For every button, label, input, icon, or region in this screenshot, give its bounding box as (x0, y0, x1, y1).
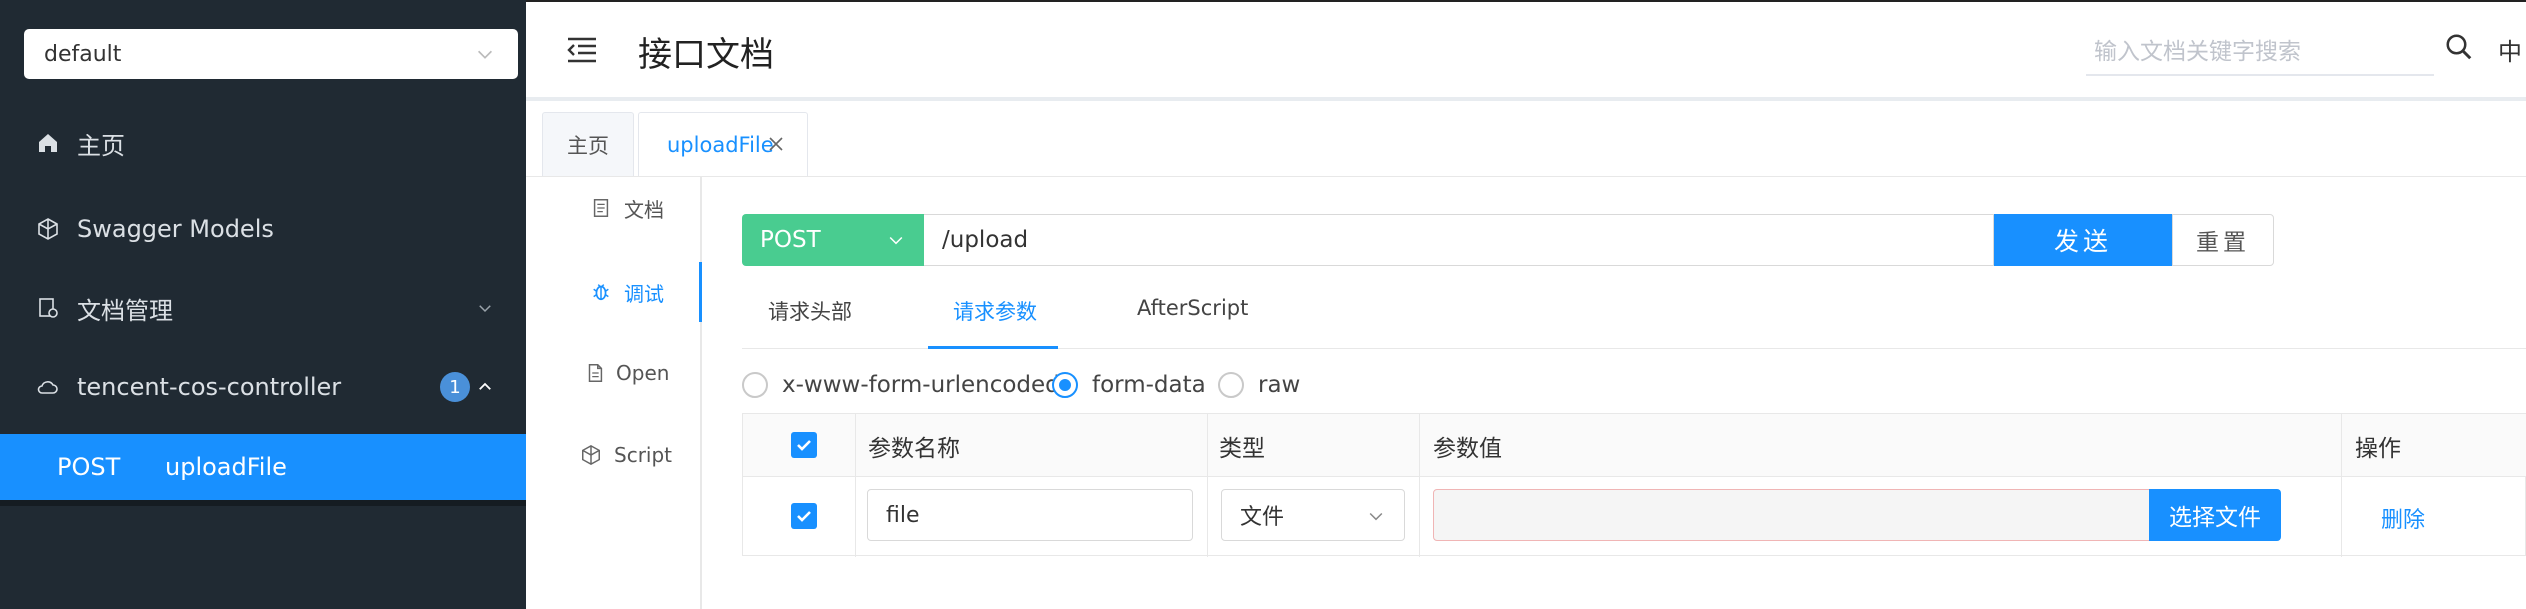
chevron-down-icon (889, 236, 903, 245)
param-type-value: 文件 (1240, 505, 1285, 530)
vtab-document[interactable]: 文档 (526, 178, 700, 238)
method-select[interactable]: POST (742, 214, 924, 266)
reset-button[interactable]: 重置 (2172, 214, 2274, 266)
method-select-value: POST (760, 227, 821, 253)
search-icon[interactable] (2444, 32, 2474, 62)
sidebar-item-label: uploadFile (165, 453, 287, 481)
table-column-divider (1419, 414, 1420, 557)
sidebar-item-label: 文档管理 (77, 296, 173, 325)
select-all-checkbox[interactable] (791, 432, 817, 458)
menu-fold-icon[interactable] (566, 36, 598, 64)
table-column-divider (1207, 414, 1208, 557)
sidebar: default 主页 Swagger Models 文档管理 tencent-c… (0, 0, 526, 609)
param-name-value: file (886, 502, 920, 528)
params-table: 参数名称 类型 参数值 操作 file 文件 选择文件 删除 (742, 413, 2526, 557)
home-icon (39, 134, 57, 152)
sidebar-item-label: 主页 (77, 131, 125, 160)
count-badge: 1 (440, 372, 470, 402)
column-header-type: 类型 (1219, 435, 1265, 462)
header-divider (526, 97, 2526, 101)
chevron-up-icon (479, 382, 491, 390)
param-name-input[interactable]: file (867, 489, 1193, 541)
param-type-select[interactable]: 文件 (1221, 489, 1405, 541)
tab-request-headers[interactable]: 请求头部 (768, 296, 852, 338)
tab-request-params[interactable]: 请求参数 (953, 296, 1037, 338)
document-icon (593, 199, 609, 217)
table-column-divider (2341, 414, 2342, 557)
radio-label: x-www-form-urlencoded (782, 372, 1060, 398)
radio-circle (742, 372, 768, 398)
vtab-debug[interactable]: 调试 (526, 262, 700, 322)
vtab-label: Script (614, 443, 673, 467)
sidebar-item-tencent-cos-controller[interactable]: tencent-cos-controller 1 (0, 354, 526, 420)
sidebar-divider (0, 500, 526, 506)
sidebar-item-docs-manage[interactable]: 文档管理 (0, 275, 526, 341)
file-icon (588, 364, 603, 382)
send-button[interactable]: 发送 (1994, 214, 2172, 266)
radio-label: raw (1258, 372, 1301, 398)
delete-link[interactable]: 删除 (2381, 502, 2425, 534)
param-tab-active-indicator (928, 346, 1058, 349)
close-icon[interactable] (767, 135, 785, 153)
check-icon (797, 511, 811, 522)
tab-home[interactable]: 主页 (542, 112, 634, 176)
chevron-down-icon (1369, 512, 1383, 521)
cloud-icon (37, 381, 58, 394)
vtab-script[interactable]: Script (526, 425, 700, 485)
column-header-action: 操作 (2355, 435, 2401, 462)
tab-label: uploadFile (667, 132, 774, 157)
script-icon (582, 444, 600, 466)
sidebar-item-label: Swagger Models (77, 215, 274, 243)
docs-manage-icon (39, 298, 58, 318)
radio-circle (1218, 372, 1244, 398)
choose-file-button[interactable]: 选择文件 (2149, 489, 2281, 541)
tab-label: 主页 (567, 133, 609, 158)
language-switch[interactable]: 中 (2498, 32, 2522, 67)
radio-x-www-form-urlencoded[interactable]: x-www-form-urlencoded (742, 370, 1060, 400)
header: 接口文档 中 (526, 0, 2526, 98)
vtab-label: 调试 (624, 281, 664, 306)
file-value-field[interactable] (1433, 489, 2169, 541)
column-header-value: 参数值 (1433, 435, 1502, 462)
url-input-value: /upload (942, 227, 1029, 253)
sidebar-item-label: tencent-cos-controller (77, 373, 342, 401)
radio-label: form-data (1092, 372, 1206, 398)
tab-uploadfile[interactable]: uploadFile (638, 112, 808, 176)
vtab-label: Open (616, 361, 670, 385)
group-select[interactable]: default (24, 29, 518, 79)
chevron-down-icon (477, 50, 493, 59)
cube-icon (38, 218, 58, 240)
sidebar-item-method: POST (57, 453, 121, 481)
radio-form-data[interactable]: form-data (1052, 370, 1206, 400)
tabs-divider (526, 176, 2526, 177)
check-icon (797, 440, 811, 451)
vtabs-divider (700, 176, 702, 609)
chevron-down-icon (479, 305, 491, 313)
radio-raw[interactable]: raw (1218, 370, 1300, 400)
group-select-value: default (44, 41, 122, 67)
vtab-open[interactable]: Open (526, 343, 700, 403)
vtab-label: 文档 (624, 197, 664, 222)
table-column-divider (855, 414, 856, 557)
search-input[interactable] (2086, 30, 2434, 76)
table-header-row (743, 414, 2526, 477)
page-title: 接口文档 (638, 35, 774, 75)
sidebar-item-uploadfile[interactable]: POST uploadFile (0, 434, 526, 500)
bug-icon (593, 284, 609, 301)
sidebar-item-home[interactable]: 主页 (0, 110, 526, 176)
column-header-name: 参数名称 (868, 435, 960, 462)
url-input[interactable]: /upload (924, 214, 1994, 266)
sidebar-item-swagger-models[interactable]: Swagger Models (0, 196, 526, 262)
row-checkbox[interactable] (791, 503, 817, 529)
radio-circle (1052, 372, 1078, 398)
tab-afterscript[interactable]: AfterScript (1137, 296, 1248, 338)
